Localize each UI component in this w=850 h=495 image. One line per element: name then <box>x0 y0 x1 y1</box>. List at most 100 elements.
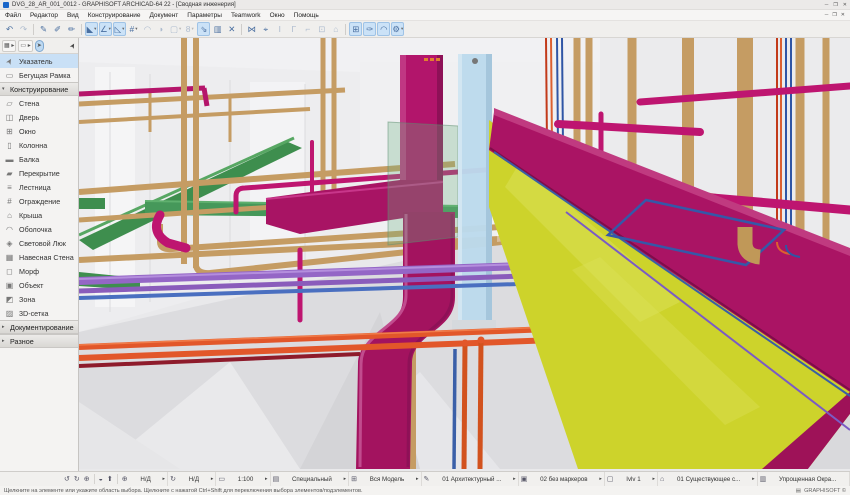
toolbox-tool-item[interactable]: ⌂Крыша <box>0 208 78 222</box>
toolbar-button-icon[interactable]: ⊞ <box>349 22 362 36</box>
menu-item[interactable]: Параметры <box>187 12 222 19</box>
minimize-icon[interactable]: ─ <box>825 2 829 8</box>
toolbar-button-icon[interactable]: ⌐ <box>301 22 314 36</box>
toolbar-button-icon[interactable]: 8▾ <box>183 22 196 36</box>
menu-item[interactable]: Документ <box>149 12 178 19</box>
menu-item[interactable]: Окно <box>270 12 285 19</box>
quick-option-dropdown[interactable]: ▣02 без маркеров▸ <box>519 472 605 486</box>
toolbox-tool-item[interactable]: ≡Лестница <box>0 180 78 194</box>
quick-option-dropdown[interactable]: ↻Н/Д▸ <box>168 472 216 486</box>
quick-option-icon: ✎ <box>424 475 430 483</box>
toolbar-button-icon[interactable]: ✕ <box>225 22 238 36</box>
quick-option-dropdown[interactable]: ⌂01 Существующее с...▸ <box>658 472 758 486</box>
quick-option-icon: ⌂ <box>660 476 664 483</box>
toolbar-button-icon[interactable]: ⌂ <box>329 22 342 36</box>
quickbar-icon[interactable]: ⬆ <box>107 475 113 483</box>
tool-icon: ▦ <box>4 253 15 262</box>
toolbar-button-icon[interactable]: ✎ <box>37 22 50 36</box>
toolbar-button-icon[interactable]: ⚙▾ <box>391 22 404 36</box>
toolbar-separator <box>345 24 346 35</box>
toolbox-tool-item[interactable]: #Ограждение <box>0 194 78 208</box>
maximize-icon[interactable]: ❒ <box>833 2 837 8</box>
doc-restore-icon[interactable]: ❒ <box>832 12 836 18</box>
toolbar-button-icon[interactable]: ↷ <box>17 22 30 36</box>
tool-label: Документирование <box>10 323 74 332</box>
toolbar-button-icon[interactable]: ∠▾ <box>99 22 112 36</box>
toolbox-group-header[interactable]: ▸Документирование <box>0 320 78 334</box>
toolbox-header-button[interactable]: ▦ ▸ <box>2 40 16 52</box>
toolbar-button-icon[interactable]: ✏ <box>65 22 78 36</box>
toolbar-button-icon[interactable]: ◗ <box>155 22 168 36</box>
toolbar-button-icon[interactable]: ↶ <box>3 22 16 36</box>
menu-item[interactable]: Teamwork <box>231 12 261 19</box>
quick-option-dropdown[interactable]: ▭1:100▸ <box>216 472 270 486</box>
toolbar-button-icon[interactable]: ▥ <box>211 22 224 36</box>
menu-item[interactable]: Редактор <box>30 12 58 19</box>
toolbox-tool-item[interactable]: ◩Зона <box>0 292 78 306</box>
close-icon[interactable]: ✕ <box>843 2 847 8</box>
toolbar-button-icon[interactable]: ⋈ <box>245 22 258 36</box>
tool-label: Дверь <box>19 113 39 122</box>
toolbox-group-header[interactable]: ▸Разное <box>0 334 78 348</box>
3d-viewport[interactable] <box>79 38 850 471</box>
quick-option-icon: ⊕ <box>122 475 128 483</box>
quick-option-dropdown[interactable]: ▥Упрощенная Окра... <box>758 472 850 486</box>
toolbar-button-icon[interactable]: ▢▾ <box>169 22 182 36</box>
quick-option-label: 1:100 <box>227 476 264 483</box>
doc-minimize-icon[interactable]: ─ <box>825 12 829 18</box>
toolbox-tool-item[interactable]: ▨3D-сетка <box>0 306 78 320</box>
status-bar: Щелкните на элементе или укажите область… <box>0 486 850 495</box>
toolbox-tool-item[interactable]: ◠Оболочка <box>0 222 78 236</box>
toolbar-button-icon[interactable]: ⇘ <box>197 22 210 36</box>
toolbox-tool-item[interactable]: ▦Навесная Стена <box>0 250 78 264</box>
toolbox-header-button[interactable]: ▭ ▸ <box>18 40 32 52</box>
quickbar-icon[interactable]: ↺ <box>64 475 70 483</box>
tool-icon: ◩ <box>4 295 15 304</box>
menu-item[interactable]: Файл <box>5 12 21 19</box>
quickbar-icon[interactable]: ⊕ <box>84 475 90 483</box>
graphisoft-icon: ▤ <box>796 488 801 494</box>
tool-icon: ▣ <box>4 281 15 290</box>
toolbox-tool-item[interactable]: ➤Указатель <box>0 54 78 68</box>
tool-label: 3D-сетка <box>19 309 49 318</box>
toolbox-header-button[interactable]: ➤ <box>35 40 44 52</box>
doc-close-icon[interactable]: ✕ <box>841 12 845 18</box>
toolbox-tool-item[interactable]: ▱Стена <box>0 96 78 110</box>
toolbox-tool-item[interactable]: ⊞Окно <box>0 124 78 138</box>
toolbox-tool-item[interactable]: ◫Дверь <box>0 110 78 124</box>
menu-item[interactable]: Помощь <box>294 12 319 19</box>
menu-bar: Файл Редактор Вид Конструирование Документ Па… <box>0 10 850 21</box>
quickbar-icon[interactable]: ◒ <box>99 476 103 483</box>
toolbox-group-header[interactable]: ▾Конструирование <box>0 82 78 96</box>
toolbar-button-icon[interactable]: ✐ <box>51 22 64 36</box>
toolbox-tool-item[interactable]: ▣Объект <box>0 278 78 292</box>
quick-option-dropdown[interactable]: ▤Специальный▸ <box>271 472 350 486</box>
quickbar-icon[interactable]: ↻ <box>74 475 80 483</box>
menu-item[interactable]: Конструирование <box>88 12 141 19</box>
quick-option-dropdown[interactable]: ⊞Вся Модель▸ <box>349 472 421 486</box>
menu-item[interactable]: Вид <box>67 12 79 19</box>
quick-option-label: 01 Существующее с... <box>666 476 751 483</box>
toolbar-button-icon[interactable]: ◺▾ <box>113 22 126 36</box>
toolbar-button-icon[interactable]: ⌖ <box>259 22 272 36</box>
toolbar-button-icon[interactable]: ⊡ <box>315 22 328 36</box>
quick-option-dropdown[interactable]: ⊕Н/Д▸ <box>120 472 168 486</box>
toolbox-tool-item[interactable]: ▯Колонна <box>0 138 78 152</box>
toolbar-button-icon[interactable]: ◠ <box>377 22 390 36</box>
toolbox-tool-item[interactable]: ▰Перекрытие <box>0 166 78 180</box>
quick-option-dropdown[interactable]: ▢Ivlv 1▸ <box>605 472 658 486</box>
quick-option-dropdown[interactable]: ✎01 Архитектурный ...▸ <box>422 472 519 486</box>
toolbar-separator <box>81 24 82 35</box>
toolbox-tool-item[interactable]: ◻Морф <box>0 264 78 278</box>
toolbox-tool-item[interactable]: ▭Бегущая Рамка <box>0 68 78 82</box>
toolbox-tool-item[interactable]: ◈Световой Люк <box>0 236 78 250</box>
archicad-app-icon <box>3 2 9 8</box>
toolbar-button-icon[interactable]: ◠ <box>141 22 154 36</box>
toolbar-button-icon[interactable]: ◣▾ <box>85 22 98 36</box>
toolbox-header: ▦ ▸▭ ▸➤➤ <box>0 38 78 54</box>
toolbar-button-icon[interactable]: Γ <box>287 22 300 36</box>
toolbar-button-icon[interactable]: Ⅰ <box>273 22 286 36</box>
toolbar-button-icon[interactable]: ✑ <box>363 22 376 36</box>
toolbox-tool-item[interactable]: ▬Балка <box>0 152 78 166</box>
toolbar-button-icon[interactable]: #▾ <box>127 22 140 36</box>
